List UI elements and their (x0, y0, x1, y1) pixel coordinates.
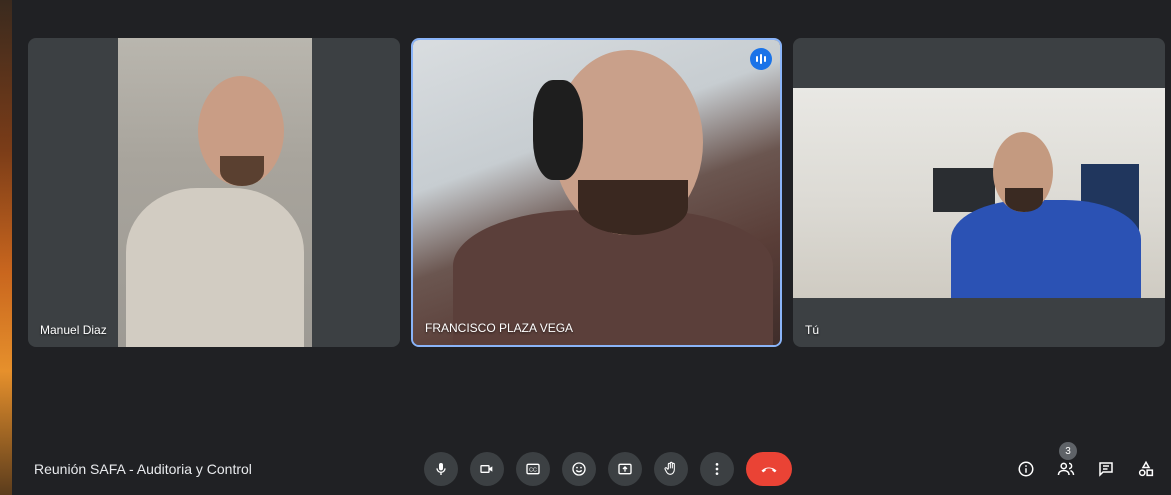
microphone-button[interactable] (424, 452, 458, 486)
desktop-background-edge (0, 0, 12, 495)
control-bar: Reunión SAFA - Auditoria y Control CC 3 (12, 435, 1171, 495)
microphone-icon (436, 463, 446, 475)
participant-tile-self[interactable]: Tú (793, 38, 1165, 347)
captions-icon: CC (526, 463, 540, 475)
chat-icon (1099, 462, 1113, 477)
participant-name: Tú (805, 323, 820, 337)
people-icon (1057, 462, 1075, 476)
raise-hand-button[interactable] (654, 452, 688, 486)
end-call-icon (761, 467, 777, 473)
captions-button[interactable]: CC (516, 452, 550, 486)
end-call-button[interactable] (746, 452, 792, 486)
participant-video (413, 40, 780, 345)
participant-video (793, 88, 1165, 298)
more-options-button[interactable] (700, 452, 734, 486)
present-button[interactable] (608, 452, 642, 486)
call-controls: CC (424, 452, 792, 486)
participant-video (118, 38, 312, 347)
more-options-icon (715, 463, 719, 475)
participant-count-badge: 3 (1059, 442, 1077, 460)
reactions-button[interactable] (562, 452, 596, 486)
side-panel-controls: 3 (1009, 442, 1163, 486)
emoji-icon (572, 462, 586, 476)
present-screen-icon (618, 463, 632, 475)
participant-tile[interactable]: Manuel Diaz (28, 38, 400, 347)
speaking-indicator-icon (750, 48, 772, 70)
person-torso (951, 200, 1141, 298)
camera-button[interactable] (470, 452, 504, 486)
activities-button[interactable] (1129, 452, 1163, 486)
people-button[interactable]: 3 (1049, 442, 1083, 486)
meeting-title: Reunión SAFA - Auditoria y Control (34, 461, 252, 477)
person-beard (578, 180, 688, 235)
participant-name: Manuel Diaz (40, 323, 107, 337)
participant-tile-active-speaker[interactable]: FRANCISCO PLAZA VEGA (411, 38, 782, 347)
activities-icon (1138, 460, 1154, 477)
raise-hand-icon (664, 461, 675, 475)
camera-icon (480, 465, 493, 473)
meeting-info-button[interactable] (1009, 452, 1043, 486)
info-icon (1018, 461, 1034, 477)
meeting-window: Manuel Diaz FRANCISCO PLAZA VEGA Tú Reun… (12, 8, 1171, 495)
participant-name: FRANCISCO PLAZA VEGA (425, 321, 574, 335)
person-beard (220, 156, 264, 186)
svg-text:CC: CC (529, 467, 537, 473)
chat-button[interactable] (1089, 452, 1123, 486)
person-beard (1005, 188, 1043, 212)
headphones (533, 80, 583, 180)
person-torso (126, 188, 304, 347)
